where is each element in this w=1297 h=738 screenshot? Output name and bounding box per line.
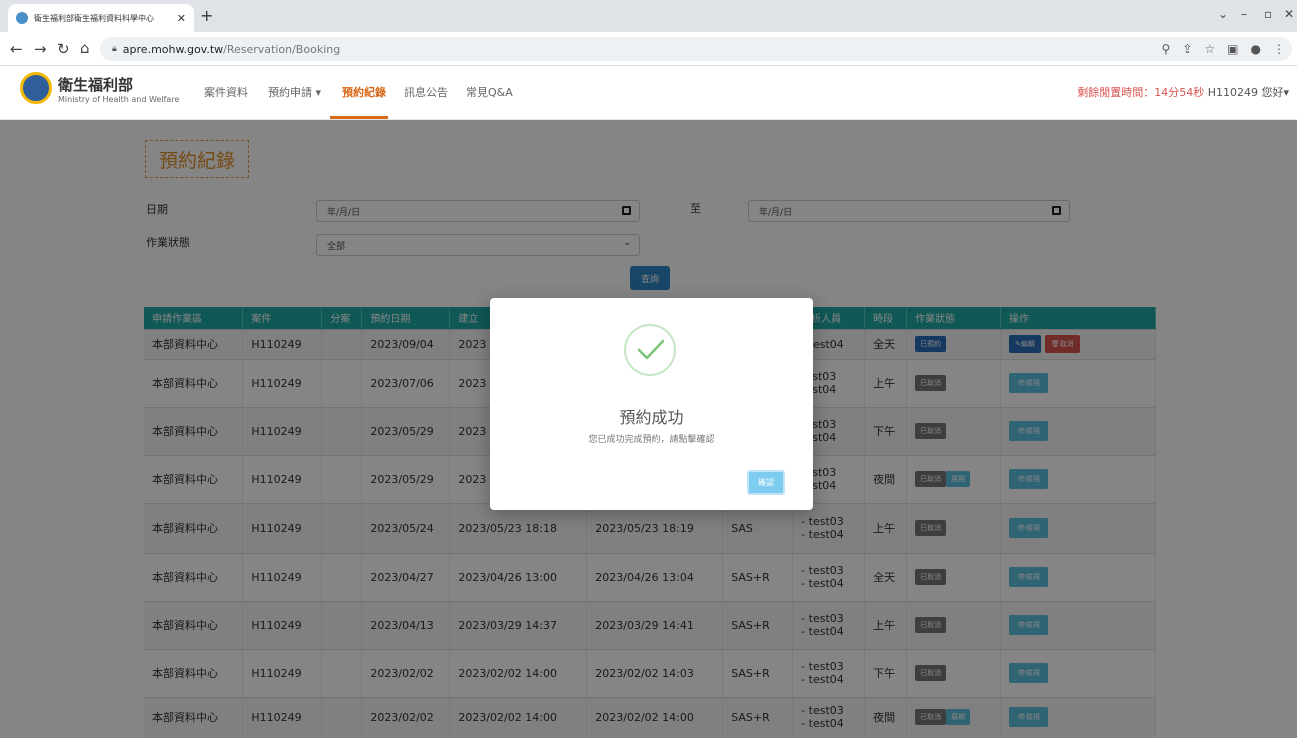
browser-tab[interactable]: 衛生福利部衛生福利資料科學中心 ✕ — [8, 4, 194, 32]
nav-faq[interactable]: 常見Q&A — [466, 84, 513, 100]
url-field[interactable]: 🔒︎ apre.mohw.gov.tw/Reservation/Booking — [100, 37, 1292, 61]
share-icon[interactable]: ⇪ — [1182, 42, 1192, 56]
dialog-title: 預約成功 — [619, 408, 684, 427]
restore-icon[interactable]: ▫ — [1264, 7, 1272, 21]
home-icon[interactable]: ⌂ — [80, 39, 90, 57]
active-nav-underline — [330, 116, 388, 119]
browser-tab-bar — [0, 0, 1297, 32]
url-host: apre.mohw.gov.tw — [122, 42, 224, 56]
session-info: 剩餘閒置時間：14分54秒 H110249 您好▾ — [1077, 84, 1289, 100]
confirm-button[interactable]: 確認 — [747, 470, 785, 495]
close-window-icon[interactable]: ✕ — [1284, 7, 1294, 21]
brand-name[interactable]: 衛生福利部 — [58, 74, 133, 95]
idle-time-value: 14分54秒 — [1154, 86, 1205, 99]
dialog-message: 您已成功完成預約，請點擊確認 — [588, 435, 715, 445]
close-tab-icon[interactable]: ✕ — [177, 12, 186, 25]
sidepanel-icon[interactable]: ▣ — [1227, 42, 1238, 56]
url-path: /Reservation/Booking — [223, 42, 341, 56]
site-favicon-icon — [16, 12, 28, 24]
user-menu[interactable]: H110249 您好▾ — [1208, 86, 1289, 99]
toolbar-icons: ⚲ ⇪ ☆ ▣ ● ⋮ — [1162, 42, 1285, 56]
profile-icon[interactable]: ● — [1251, 42, 1261, 56]
tab-search-icon[interactable]: ⌄ — [1218, 7, 1228, 21]
nav-announcements[interactable]: 訊息公告 — [404, 84, 448, 100]
bookmark-star-icon[interactable]: ☆ — [1204, 42, 1215, 56]
minimize-icon[interactable]: – — [1241, 7, 1247, 21]
reload-icon[interactable]: ↻ — [57, 40, 70, 58]
nav-case-data[interactable]: 案件資料 — [204, 84, 248, 100]
nav-booking-apply[interactable]: 預約申請 ▾ — [268, 84, 321, 100]
nav-booking-records[interactable]: 預約紀錄 — [342, 84, 386, 100]
mohw-logo-icon[interactable] — [20, 72, 52, 104]
new-tab-icon[interactable]: + — [200, 6, 213, 25]
success-check-icon — [624, 324, 676, 376]
lock-icon: 🔒︎ — [112, 44, 117, 54]
success-dialog: 預約成功 您已成功完成預約，請點擊確認 確認 — [490, 298, 813, 510]
idle-time-label: 剩餘閒置時間： — [1077, 86, 1155, 99]
tab-title: 衛生福利部衛生福利資料科學中心 — [34, 13, 154, 23]
back-icon[interactable]: ← — [10, 40, 23, 58]
zoom-icon[interactable]: ⚲ — [1162, 42, 1171, 56]
forward-icon[interactable]: → — [34, 40, 47, 58]
menu-icon[interactable]: ⋮ — [1273, 42, 1285, 56]
brand-name-en: Ministry of Health and Welfare — [58, 95, 180, 104]
